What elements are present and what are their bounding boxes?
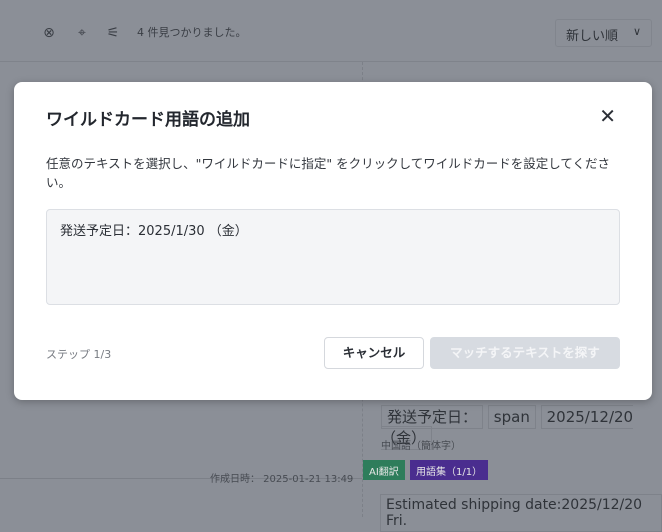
results-count: 4 件見つかりました。 xyxy=(137,26,247,39)
created-at: 作成日時： 2025-01-21 13:49 xyxy=(210,474,354,485)
dialog-description: 任意のテキストを選択し、"ワイルドカードに指定" をクリックしてワイルドカードを… xyxy=(46,156,610,190)
dialog-title: ワイルドカード用語の追加 xyxy=(46,110,250,130)
clear-circle-icon[interactable]: ⊗ xyxy=(40,24,58,42)
search-toolbar: ⊗ ⌖ ⚟ 4 件見つかりました。 新しい順 ∨ xyxy=(0,0,662,62)
filter-settings-icon[interactable]: ⚟ xyxy=(104,24,122,42)
translation-text[interactable]: Estimated shipping date:2025/12/20 Fri. xyxy=(380,494,662,532)
target-icon[interactable]: ⌖ xyxy=(73,24,91,42)
close-icon[interactable]: ✕ xyxy=(599,104,616,128)
span-tag-chip[interactable]: span xyxy=(487,405,536,429)
sort-label: 新しい順 xyxy=(566,29,619,44)
source-text-area[interactable]: 発送予定日：2025/1/30 （金） xyxy=(46,209,620,305)
find-matching-text-button[interactable]: マッチするテキストを探す xyxy=(430,337,620,369)
wildcard-dialog: ワイルドカード用語の追加 ✕ 任意のテキストを選択し、"ワイルドカードに指定" … xyxy=(14,82,652,400)
step-indicator: ステップ 1/3 xyxy=(46,348,112,361)
language-label: 中国語（簡体字） xyxy=(381,441,461,452)
glossary-badge[interactable]: 用語集（1/1） xyxy=(410,460,489,480)
ai-translation-badge: AI翻訳 xyxy=(363,460,405,480)
sort-dropdown[interactable]: 新しい順 ∨ xyxy=(555,19,652,47)
cancel-button[interactable]: キャンセル xyxy=(324,337,424,369)
chevron-down-icon: ∨ xyxy=(632,25,641,38)
